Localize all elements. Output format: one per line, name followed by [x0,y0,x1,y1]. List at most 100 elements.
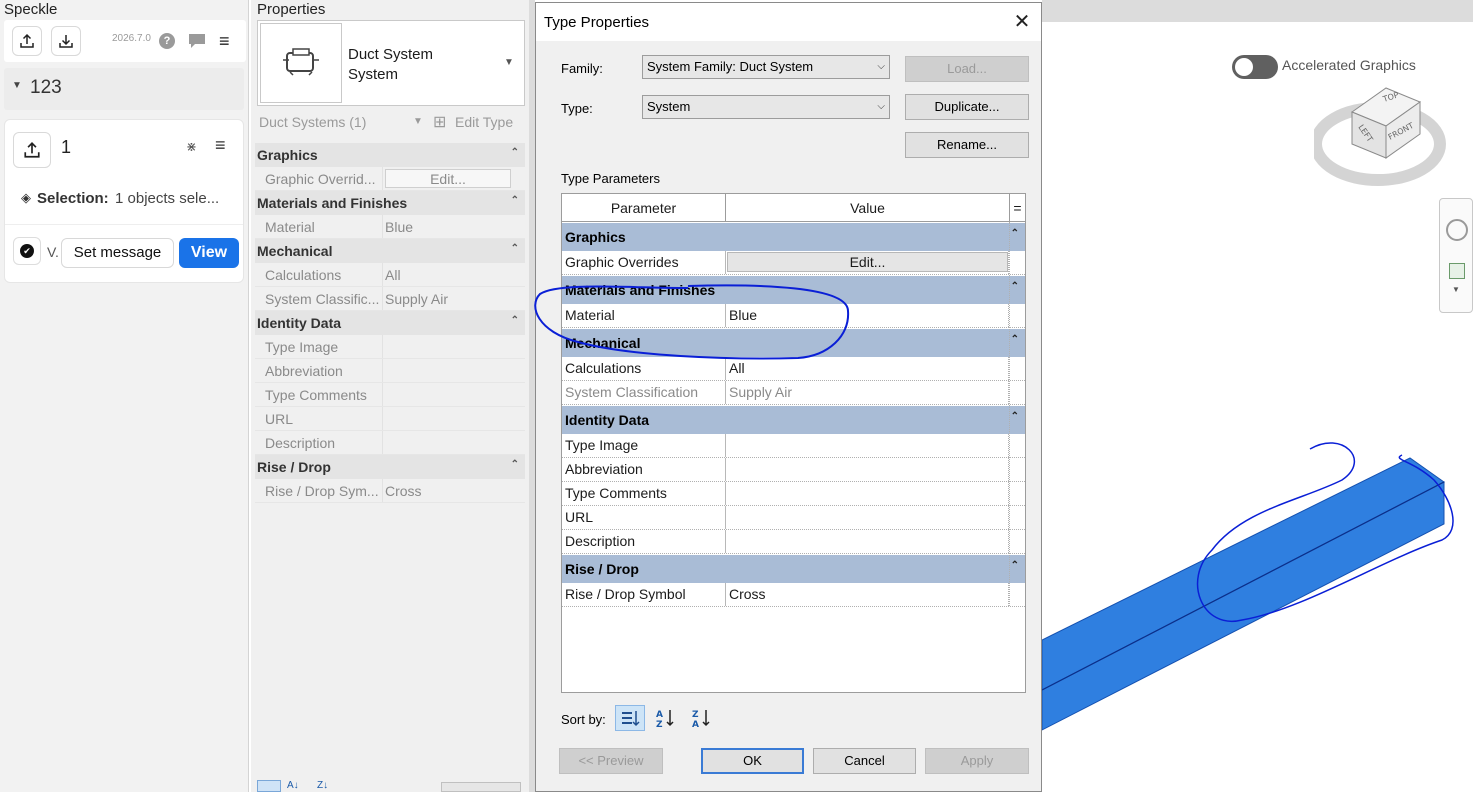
collapse-icon[interactable]: ⌃ [511,237,519,261]
version-label: 2026.7.0 [112,33,151,44]
menu-icon[interactable]: ≡ [219,31,230,52]
property-name: Type Image [255,335,383,358]
group-header[interactable]: Rise / Drop ⌃ [255,455,525,479]
publish-button[interactable] [12,26,42,56]
steering-wheel-icon[interactable] [1446,219,1468,241]
property-row: System Classific... Supply Air [255,287,525,311]
view-cube[interactable]: TOP LEFT FRONT [1314,80,1454,190]
property-row: Material Blue [255,215,525,239]
value-column-header[interactable]: Value [726,194,1010,221]
parameter-value-cell[interactable]: Cross [726,583,1009,606]
help-icon[interactable]: ? [159,33,175,49]
parameter-value-cell[interactable] [726,458,1009,481]
duplicate-button[interactable]: Duplicate... [905,94,1029,120]
apply-button[interactable] [441,782,521,792]
sort-ascending-button[interactable]: AZ [650,705,680,731]
chevron-down-icon: ⌵ [877,101,885,112]
rename-button[interactable]: Rename... [905,132,1029,158]
feedback-icon[interactable] [187,32,207,53]
dialog-title: Type Properties [544,14,650,31]
svg-text:A: A [656,710,663,720]
graphic-overrides-edit-button[interactable]: Edit... [727,252,1008,272]
edit-type-button[interactable]: Edit Type [455,114,513,130]
load-button[interactable] [51,26,81,56]
group-header[interactable]: Materials and Finishes ⌃ [255,191,525,215]
edit-type-icon: ⊞ [433,114,447,131]
instance-filter[interactable]: Duct Systems (1) ▼ ⊞ Edit Type [257,110,525,136]
ok-button[interactable]: OK [701,748,804,774]
property-name: Rise / Drop Sym... [255,479,383,502]
select-objects-icon[interactable]: ⋇ [186,139,197,155]
property-value[interactable] [383,407,525,430]
family-dropdown[interactable]: System Family: Duct System ⌵ [642,55,890,79]
property-value[interactable] [383,335,525,358]
parameter-value-cell[interactable]: Supply Air [726,381,1009,404]
load-button[interactable]: Load... [905,56,1029,82]
set-message-button[interactable]: Set message [61,238,174,268]
property-value[interactable]: All [383,263,525,286]
formula-column-header[interactable]: = [1010,194,1025,221]
property-name: Material [255,215,383,238]
model-name: 1 [61,137,72,157]
version-status-button[interactable]: ✔ [13,237,41,265]
parameter-row: Description [562,530,1025,554]
property-value[interactable] [383,431,525,454]
property-name: Type Comments [255,383,383,406]
collapse-icon[interactable]: ⌃ [511,309,519,333]
group-name: Graphics [257,147,318,163]
parameter-value-cell[interactable] [726,434,1009,457]
cancel-button[interactable]: Cancel [813,748,916,774]
zoom-icon[interactable] [1449,263,1465,279]
parameter-group-header[interactable]: Rise / Drop ⌃ [562,555,1025,583]
type-dropdown[interactable]: System ⌵ [642,95,890,119]
version-short: V. [47,244,59,260]
view-tab-strip [1042,0,1473,22]
group-header[interactable]: Mechanical ⌃ [255,239,525,263]
sort-grouped-button[interactable] [615,705,645,731]
property-name: URL [255,407,383,430]
chevron-down-icon[interactable]: ▼ [1452,285,1460,294]
property-row: URL [255,407,525,431]
group-name: Identity Data [257,315,342,331]
edit-overrides-button[interactable]: Edit... [385,169,511,188]
sort-ascending-icon[interactable]: A↓ [287,780,299,791]
speckle-title: Speckle [4,1,58,18]
close-icon[interactable]: ✕ [1010,11,1034,35]
parameter-column-header[interactable]: Parameter [562,194,726,221]
chevron-down-icon: ▼ [504,57,514,68]
group-name: Materials and Finishes [257,195,408,211]
parameter-group-header[interactable]: Graphics ⌃ [562,223,1025,251]
group-header[interactable]: Graphics ⌃ [255,143,525,167]
parameter-group-header[interactable]: Identity Data ⌃ [562,406,1025,434]
sort-descending-icon[interactable]: Z↓ [317,780,328,791]
property-value[interactable]: Blue [383,215,525,238]
3d-viewport[interactable]: Accelerated Graphics TOP LEFT FRONT ▼ [1042,0,1473,792]
apply-button[interactable]: Apply [925,748,1029,774]
model-menu-icon[interactable]: ≡ [215,135,226,156]
preview-button[interactable]: << Preview [559,748,663,774]
project-header[interactable]: ▼ 123 [4,68,244,110]
property-value[interactable]: Supply Air [383,287,525,310]
collapse-icon[interactable]: ⌃ [511,453,519,477]
formula-column [1009,222,1025,606]
parameter-value-cell[interactable]: Edit... [726,251,1009,274]
properties-table: Graphics ⌃ Graphic Overrid... Edit... Materi… [255,143,525,503]
parameter-value-cell[interactable] [726,506,1009,529]
sort-descending-button[interactable]: ZA [686,705,716,731]
parameter-name: Rise / Drop Symbol [562,583,726,606]
collapse-icon[interactable]: ⌃ [511,141,519,165]
parameter-value-cell[interactable] [726,482,1009,505]
property-value[interactable] [383,359,525,382]
type-selector[interactable]: Duct System System ▼ [257,20,525,106]
parameter-value-cell[interactable] [726,530,1009,553]
model-publish-button[interactable] [13,132,51,168]
sort-categorized-button[interactable] [257,780,281,792]
group-header[interactable]: Identity Data ⌃ [255,311,525,335]
accelerated-graphics-toggle[interactable] [1232,55,1278,79]
model-card: 1 ⋇ ≡ ◈ Selection: 1 objects sele... ✔ V… [4,119,244,283]
duct-model[interactable] [1042,440,1473,740]
view-button[interactable]: View [179,238,239,268]
collapse-icon[interactable]: ⌃ [511,189,519,213]
property-value[interactable]: Cross [383,479,525,502]
property-value[interactable] [383,383,525,406]
